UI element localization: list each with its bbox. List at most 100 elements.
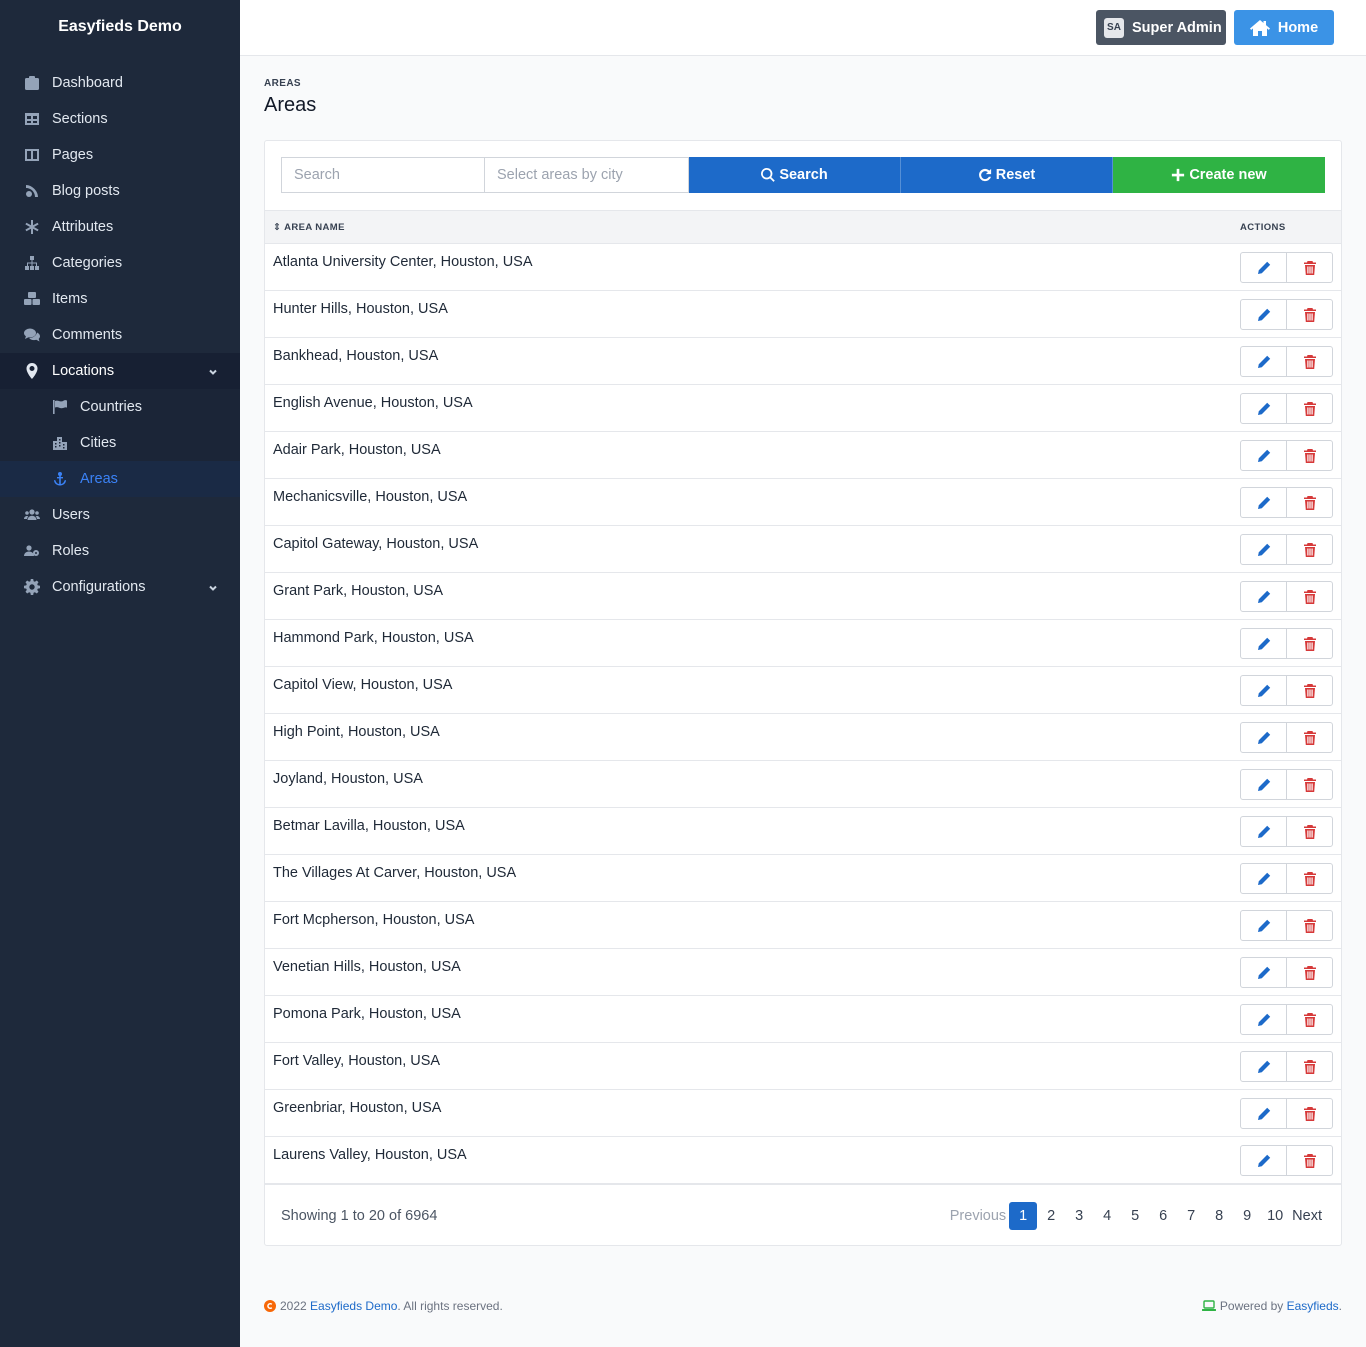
page-button-8[interactable]: 8 [1205,1202,1233,1230]
sidebar-item-pages[interactable]: Pages [0,137,240,173]
copyright-icon [264,1300,276,1312]
search-input[interactable] [281,157,485,193]
pencil-icon [1257,590,1270,603]
edit-button[interactable] [1241,253,1286,282]
delete-button[interactable] [1286,958,1332,987]
sidebar-item-categories[interactable]: Categories [0,245,240,281]
pencil-icon [1257,308,1270,321]
page-button-7[interactable]: 7 [1177,1202,1205,1230]
brand-title[interactable]: Easyfieds Demo [0,0,240,54]
edit-button[interactable] [1241,441,1286,470]
sidebar-item-locations[interactable]: Locations [0,353,240,389]
sidebar-item-roles[interactable]: Roles [0,533,240,569]
powered-by-end: . [1338,1299,1342,1313]
delete-button[interactable] [1286,1005,1332,1034]
edit-button[interactable] [1241,582,1286,611]
sidebar-item-dashboard[interactable]: Dashboard [0,65,240,101]
delete-button[interactable] [1286,582,1332,611]
edit-button[interactable] [1241,347,1286,376]
edit-button[interactable] [1241,1099,1286,1128]
delete-button[interactable] [1286,723,1332,752]
city-select[interactable] [485,157,689,193]
edit-button[interactable] [1241,1052,1286,1081]
edit-button[interactable] [1241,958,1286,987]
column-header-area-name[interactable]: ⇕ AREA NAME [273,222,345,233]
delete-button[interactable] [1286,629,1332,658]
sidebar-item-cities[interactable]: Cities [0,425,240,461]
delete-button[interactable] [1286,676,1332,705]
edit-button[interactable] [1241,723,1286,752]
sidebar-item-areas[interactable]: Areas [0,461,240,497]
delete-button[interactable] [1286,770,1332,799]
edit-button[interactable] [1241,1005,1286,1034]
delete-button[interactable] [1286,488,1332,517]
delete-button[interactable] [1286,394,1332,423]
delete-button[interactable] [1286,817,1332,846]
sidebar-item-users[interactable]: Users [0,497,240,533]
chevron-down-icon [208,365,218,375]
trash-icon [1303,401,1316,416]
edit-button[interactable] [1241,394,1286,423]
edit-button[interactable] [1241,770,1286,799]
next-page-button[interactable]: Next [1289,1202,1325,1230]
breadcrumb: AREAS [264,78,302,89]
page-button-6[interactable]: 6 [1149,1202,1177,1230]
area-name: Capitol View, Houston, USA [273,677,453,693]
edit-button[interactable] [1241,300,1286,329]
page-button-10[interactable]: 10 [1261,1202,1289,1230]
delete-button[interactable] [1286,347,1332,376]
delete-button[interactable] [1286,1052,1332,1081]
sidebar-item-comments[interactable]: Comments [0,317,240,353]
sidebar-item-attributes[interactable]: Attributes [0,209,240,245]
page-button-9[interactable]: 9 [1233,1202,1261,1230]
delete-button[interactable] [1286,1099,1332,1128]
search-icon [761,168,776,182]
delete-button[interactable] [1286,253,1332,282]
page-button-2[interactable]: 2 [1037,1202,1065,1230]
sidebar-item-label: Configurations [52,579,146,595]
search-button[interactable]: Search [689,157,901,193]
edit-button[interactable] [1241,911,1286,940]
edit-button[interactable] [1241,817,1286,846]
sidebar-item-label: Roles [52,543,90,559]
delete-button[interactable] [1286,441,1332,470]
row-actions [1240,487,1333,518]
page-button-3[interactable]: 3 [1065,1202,1093,1230]
powered-by-link[interactable]: Easyfieds [1287,1299,1339,1313]
edit-button[interactable] [1241,1146,1286,1175]
edit-button[interactable] [1241,676,1286,705]
home-button[interactable]: Home [1234,10,1334,45]
delete-button[interactable] [1286,535,1332,564]
reset-button[interactable]: Reset [901,157,1113,193]
page-button-4[interactable]: 4 [1093,1202,1121,1230]
page-button-5[interactable]: 5 [1121,1202,1149,1230]
delete-button[interactable] [1286,911,1332,940]
sidebar-item-configurations[interactable]: Configurations [0,569,240,605]
edit-button[interactable] [1241,535,1286,564]
pencil-icon [1257,919,1270,932]
row-actions [1240,299,1333,330]
edit-button[interactable] [1241,629,1286,658]
delete-button[interactable] [1286,864,1332,893]
trash-icon [1303,1153,1316,1168]
row-actions [1240,1145,1333,1176]
sidebar-item-sections[interactable]: Sections [0,101,240,137]
trash-icon [1303,683,1316,698]
pencil-icon [1257,1060,1270,1073]
sidebar-item-items[interactable]: Items [0,281,240,317]
table-row: Atlanta University Center, Houston, USA [265,244,1341,291]
page-button-1[interactable]: 1 [1009,1202,1038,1230]
edit-button[interactable] [1241,864,1286,893]
users-icon [23,507,40,524]
anchor-icon [51,471,68,488]
create-new-button[interactable]: Create new [1113,157,1325,193]
sidebar-item-countries[interactable]: Countries [0,389,240,425]
trash-icon [1303,542,1316,557]
user-menu-button[interactable]: SA Super Admin [1096,10,1226,45]
footer-brand-link[interactable]: Easyfieds Demo [310,1299,397,1313]
sidebar-item-blog-posts[interactable]: Blog posts [0,173,240,209]
edit-button[interactable] [1241,488,1286,517]
delete-button[interactable] [1286,300,1332,329]
delete-button[interactable] [1286,1146,1332,1175]
table-row: Greenbriar, Houston, USA [265,1090,1341,1137]
